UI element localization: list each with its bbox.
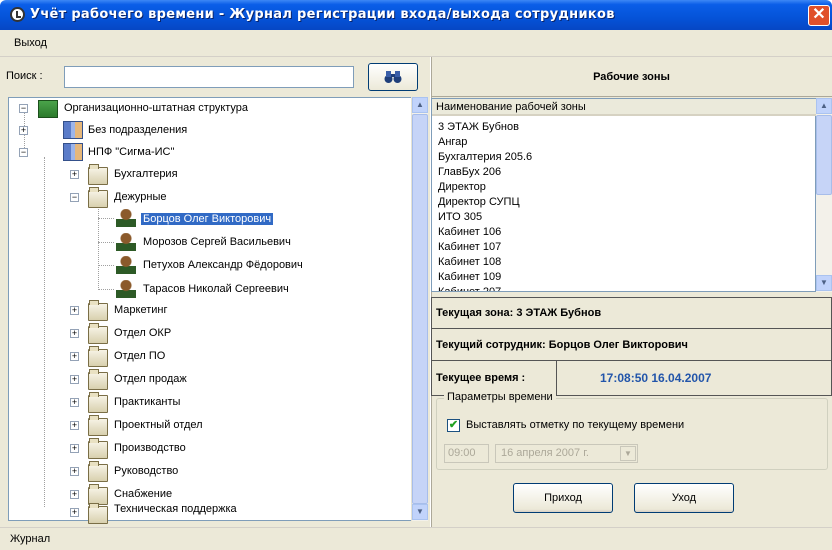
current-employee: Текущий сотрудник: Борцов Олег Викторови…	[431, 328, 832, 362]
folder-icon	[88, 369, 108, 390]
time-input[interactable]: 09:00	[444, 444, 489, 463]
status-bar: Журнал	[0, 527, 832, 550]
tree-node[interactable]: Отдел ОКР	[114, 322, 171, 344]
window-title: Учёт рабочего времени - Журнал регистрац…	[30, 7, 615, 22]
tree-scrollbar[interactable]: ▲ ▼	[411, 97, 428, 521]
scroll-down-icon[interactable]: ▼	[816, 275, 832, 291]
expand-icon[interactable]: +	[70, 352, 79, 361]
tree-node[interactable]: Морозов Сергей Васильевич	[143, 231, 291, 253]
tree-node[interactable]: Производство	[114, 437, 186, 459]
zone-item[interactable]: Директор	[438, 180, 486, 195]
expand-icon[interactable]: +	[70, 444, 79, 453]
zone-item[interactable]: 3 ЭТАЖ Бубнов	[438, 120, 519, 135]
expand-icon[interactable]: +	[70, 508, 79, 517]
tree-node-selected[interactable]: Борцов Олег Викторович	[141, 213, 274, 225]
collapse-icon[interactable]: −	[19, 104, 28, 113]
current-zone: Текущая зона: 3 ЭТАЖ Бубнов	[431, 297, 832, 330]
folder-icon	[88, 164, 108, 185]
scroll-down-icon[interactable]: ▼	[412, 504, 428, 520]
building-icon	[63, 143, 83, 161]
expand-icon[interactable]: +	[70, 170, 79, 179]
menu-item-exit[interactable]: Выход	[14, 37, 47, 49]
folder-icon	[88, 187, 108, 208]
zone-item[interactable]: ГлавБух 206	[438, 165, 501, 180]
collapse-icon[interactable]: −	[70, 193, 79, 202]
expand-icon[interactable]: +	[70, 421, 79, 430]
person-icon	[116, 280, 136, 298]
scroll-thumb[interactable]	[412, 114, 428, 504]
zone-item[interactable]: ИТО 305	[438, 210, 482, 225]
tree-node[interactable]: Отдел ПО	[114, 345, 165, 367]
tree-root[interactable]: Организационно-штатная структура	[64, 97, 248, 119]
folder-icon	[88, 392, 108, 413]
building-icon	[63, 121, 83, 139]
zone-item[interactable]: Директор СУПЦ	[438, 195, 520, 210]
zone-item[interactable]: Кабинет 106	[438, 225, 501, 240]
zones-title: Рабочие зоны	[431, 57, 832, 97]
chevron-down-icon[interactable]: ▼	[620, 446, 636, 461]
org-structure-icon	[38, 100, 58, 118]
clock-icon	[10, 7, 25, 22]
expand-icon[interactable]: +	[70, 375, 79, 384]
zone-item-partial[interactable]: Кабинет 207	[438, 285, 501, 291]
menu-bar	[0, 30, 832, 57]
tree-node[interactable]: Проектный отдел	[114, 414, 203, 436]
current-time-value: 17:08:50 16.04.2007	[600, 371, 712, 385]
scroll-up-icon[interactable]: ▲	[816, 98, 832, 114]
search-label: Поиск :	[6, 70, 43, 82]
tree-node[interactable]: Руководство	[114, 460, 178, 482]
tree-node[interactable]: Маркетинг	[114, 299, 167, 321]
folder-icon	[88, 503, 108, 524]
zones-column-header[interactable]: Наименование рабочей зоны	[432, 99, 816, 116]
tree-node[interactable]: Петухов Александр Фёдорович	[143, 254, 303, 276]
expand-icon[interactable]: +	[70, 467, 79, 476]
expand-icon[interactable]: +	[70, 490, 79, 499]
zone-item[interactable]: Кабинет 109	[438, 270, 501, 285]
date-picker[interactable]: 16 апреля 2007 г.	[495, 444, 638, 463]
scroll-up-icon[interactable]: ▲	[412, 97, 428, 113]
folder-icon	[88, 300, 108, 321]
expand-icon[interactable]: +	[19, 126, 28, 135]
binoculars-icon	[384, 71, 402, 83]
tree-node[interactable]: Дежурные	[114, 186, 167, 208]
person-icon	[116, 233, 136, 251]
use-current-time-label[interactable]: Выставлять отметку по текущему времени	[466, 419, 684, 431]
scroll-thumb[interactable]	[816, 115, 832, 195]
departure-button[interactable]: Уход	[634, 483, 734, 513]
use-current-time-checkbox[interactable]: ✔	[447, 419, 460, 432]
zone-item[interactable]: Ангар	[438, 135, 467, 150]
close-button[interactable]: ✕	[808, 5, 830, 26]
title-bar[interactable]: Учёт рабочего времени - Журнал регистрац…	[0, 0, 832, 30]
person-icon	[116, 209, 136, 227]
zones-scrollbar[interactable]: ▲ ▼	[816, 98, 832, 292]
divider	[556, 361, 557, 395]
folder-icon	[88, 323, 108, 344]
tree-node[interactable]: Отдел продаж	[114, 368, 187, 390]
expand-icon[interactable]: +	[70, 306, 79, 315]
expand-icon[interactable]: +	[70, 329, 79, 338]
collapse-icon[interactable]: −	[19, 148, 28, 157]
search-input[interactable]	[64, 66, 354, 88]
folder-icon	[88, 346, 108, 367]
folder-icon	[88, 461, 108, 482]
tree-node[interactable]: Без подразделения	[88, 119, 187, 141]
expand-icon[interactable]: +	[70, 398, 79, 407]
zone-item[interactable]: Кабинет 107	[438, 240, 501, 255]
time-params-legend: Параметры времени	[444, 391, 556, 403]
folder-icon	[88, 438, 108, 459]
tree-node[interactable]: Бухгалтерия	[114, 163, 178, 185]
tree-node[interactable]: Тарасов Николай Сергеевич	[143, 278, 289, 300]
folder-icon	[88, 415, 108, 436]
search-button[interactable]	[368, 63, 418, 91]
tree-node[interactable]: Практиканты	[114, 391, 180, 413]
zone-item[interactable]: Кабинет 108	[438, 255, 501, 270]
zone-item[interactable]: Бухгалтерия 205.6	[438, 150, 532, 165]
tree-node[interactable]: Техническая поддержка	[114, 498, 237, 520]
person-icon	[116, 256, 136, 274]
tree-node[interactable]: НПФ "Сигма-ИС"	[88, 141, 174, 163]
arrival-button[interactable]: Приход	[513, 483, 613, 513]
